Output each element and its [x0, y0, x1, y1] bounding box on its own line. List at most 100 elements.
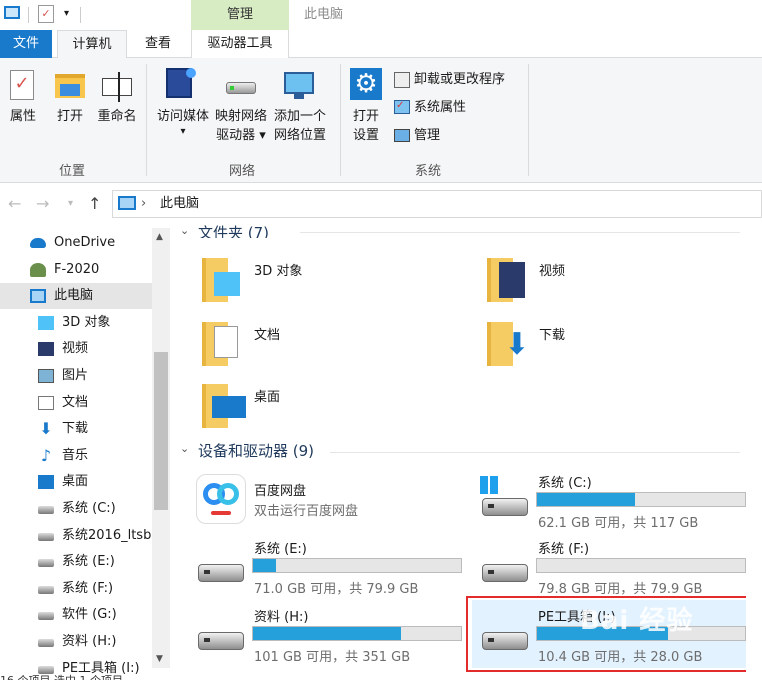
- nav-item[interactable]: OneDrive: [0, 230, 152, 256]
- uninstall-icon: [394, 72, 410, 88]
- forward-arrow-icon[interactable]: →: [36, 194, 49, 213]
- folder-label: 桌面: [254, 390, 281, 405]
- breadcrumb-chevron[interactable]: ›: [141, 190, 146, 218]
- folder-item[interactable]: 文档: [200, 316, 400, 372]
- devices-header[interactable]: 设备和驱动器 (9): [198, 440, 314, 461]
- access-media-button[interactable]: 访问媒体 ▾: [154, 66, 212, 146]
- nav-item[interactable]: 资料 (H:): [0, 629, 152, 655]
- drive-icon: [38, 612, 54, 621]
- drive-free-space: 101 GB 可用，共 351 GB: [254, 650, 411, 665]
- drive-item[interactable]: 系统 (E:) 71.0 GB 可用，共 79.9 GB: [190, 536, 468, 598]
- recent-dropdown-icon[interactable]: ▾: [68, 198, 73, 209]
- drive-item[interactable]: 资料 (H:) 101 GB 可用，共 351 GB: [190, 604, 468, 666]
- rename-button[interactable]: 重命名: [94, 66, 140, 130]
- nav-item[interactable]: 系统2016_ltsb: [0, 523, 152, 549]
- drive-usage-bar: [252, 626, 462, 641]
- ribbon-separator: [146, 64, 147, 176]
- drive-name: 系统 (E:): [254, 542, 307, 557]
- gear-icon: ⚙: [350, 68, 382, 100]
- nav-item[interactable]: ⬇ 下载: [0, 416, 152, 442]
- window-app-icon[interactable]: [4, 6, 20, 19]
- nav-item-label: 系统2016_ltsb: [62, 527, 152, 543]
- ribbon-separator: [528, 64, 529, 176]
- folder-item[interactable]: ⬇ 下载: [485, 316, 685, 372]
- document-icon: [214, 326, 238, 358]
- quick-access-dropdown-icon[interactable]: ▾: [64, 8, 69, 19]
- back-arrow-icon[interactable]: ←: [8, 194, 21, 213]
- folders-header-rule: [300, 232, 740, 233]
- nav-item[interactable]: 此电脑: [0, 283, 152, 309]
- drive-name: 系统 (C:): [538, 476, 592, 491]
- manage-button[interactable]: 管理: [392, 126, 472, 146]
- nav-item-label: 系统 (E:): [62, 554, 115, 570]
- uninstall-label: 卸载或更改程序: [414, 72, 506, 87]
- tab-drive-tools[interactable]: 驱动器工具: [191, 30, 289, 58]
- context-group-label[interactable]: 管理: [191, 0, 289, 30]
- cube-icon: [38, 315, 54, 330]
- nav-scroll-down-icon[interactable]: ▼: [156, 654, 163, 664]
- content-scrollbar[interactable]: [746, 226, 762, 672]
- open-settings-button[interactable]: ⚙ 打开 设置: [344, 66, 388, 146]
- separator: [80, 7, 81, 23]
- nav-item[interactable]: 3D 对象: [0, 310, 152, 336]
- nav-item[interactable]: 视频: [0, 336, 152, 362]
- nav-item[interactable]: 系统 (F:): [0, 576, 152, 602]
- properties-button[interactable]: ✓ 属性: [4, 66, 42, 130]
- collapse-chevron-icon[interactable]: ⌄: [180, 224, 189, 237]
- tab-file[interactable]: 文件: [0, 30, 52, 58]
- nav-scrollbar-thumb[interactable]: [154, 352, 168, 510]
- folder-label: 3D 对象: [254, 264, 303, 279]
- map-drive-label-2: 驱动器 ▾: [216, 128, 266, 143]
- properties-quick-icon[interactable]: ✓: [38, 5, 54, 23]
- desktop-icon: [38, 475, 54, 490]
- tab-view[interactable]: 查看: [132, 30, 184, 58]
- nav-item[interactable]: 桌面: [0, 469, 152, 495]
- baidu-netdisk-item[interactable]: 百度网盘 双击运行百度网盘: [190, 470, 460, 528]
- map-drive-button[interactable]: 映射网络 驱动器 ▾: [212, 66, 270, 146]
- nav-item[interactable]: ♪ 音乐: [0, 443, 152, 469]
- drive-name: 系统 (F:): [538, 542, 590, 557]
- breadcrumb-this-pc[interactable]: 此电脑: [160, 190, 199, 218]
- drive-item[interactable]: 系统 (F:) 79.8 GB 可用，共 79.9 GB: [474, 536, 752, 598]
- map-drive-label-1: 映射网络: [214, 109, 267, 124]
- open-settings-label-1: 打开: [352, 109, 379, 124]
- computer-icon: [30, 289, 46, 304]
- tab-computer[interactable]: 计算机: [57, 30, 127, 59]
- download-icon: ⬇: [39, 419, 53, 439]
- nav-item[interactable]: 文档: [0, 390, 152, 416]
- title-bar: [0, 0, 762, 30]
- nav-item[interactable]: 软件 (G:): [0, 602, 152, 628]
- folders-header[interactable]: 文件夹 (7): [198, 222, 269, 238]
- desktop-icon: [212, 396, 246, 418]
- collapse-chevron-icon[interactable]: ⌄: [180, 442, 189, 455]
- document-icon: [38, 395, 54, 410]
- folder-item[interactable]: 桌面: [200, 378, 400, 434]
- system-properties-button[interactable]: ✓ 系统属性: [392, 98, 502, 118]
- address-bar[interactable]: [112, 190, 762, 218]
- uninstall-button[interactable]: 卸载或更改程序: [392, 70, 522, 90]
- folder-item[interactable]: 3D 对象: [200, 252, 400, 308]
- nav-item-label: 资料 (H:): [62, 634, 117, 649]
- folder-item[interactable]: 视频: [485, 252, 685, 308]
- windows-logo-icon: [480, 476, 498, 494]
- open-label: 打开: [56, 109, 83, 124]
- nav-item[interactable]: 图片: [0, 363, 152, 389]
- drive-item[interactable]: 系统 (C:) 62.1 GB 可用，共 117 GB: [474, 470, 752, 532]
- picture-icon: [38, 369, 54, 383]
- network-drive-led: [230, 86, 234, 90]
- folder-label: 下载: [539, 328, 566, 343]
- nav-item[interactable]: 系统 (E:): [0, 549, 152, 575]
- baidu-cloud-ring-cyan: [217, 483, 239, 505]
- up-arrow-icon[interactable]: ↑: [88, 194, 101, 213]
- nav-item[interactable]: F-2020: [0, 257, 152, 283]
- nav-item-label: 下载: [62, 421, 89, 437]
- open-button[interactable]: 打开: [50, 66, 90, 130]
- add-network-location-button[interactable]: 添加一个 网络位置: [270, 66, 330, 146]
- nav-item[interactable]: 系统 (C:): [0, 496, 152, 522]
- nav-item-label: 软件 (G:): [62, 607, 117, 623]
- add-location-label-2: 网络位置: [273, 128, 326, 143]
- nav-item-label: 此电脑: [54, 288, 94, 304]
- nav-scroll-up-icon[interactable]: ▲: [156, 232, 163, 242]
- drive-free-space: 79.8 GB 可用，共 79.9 GB: [538, 582, 703, 597]
- checkmark-icon: ✓: [396, 100, 405, 111]
